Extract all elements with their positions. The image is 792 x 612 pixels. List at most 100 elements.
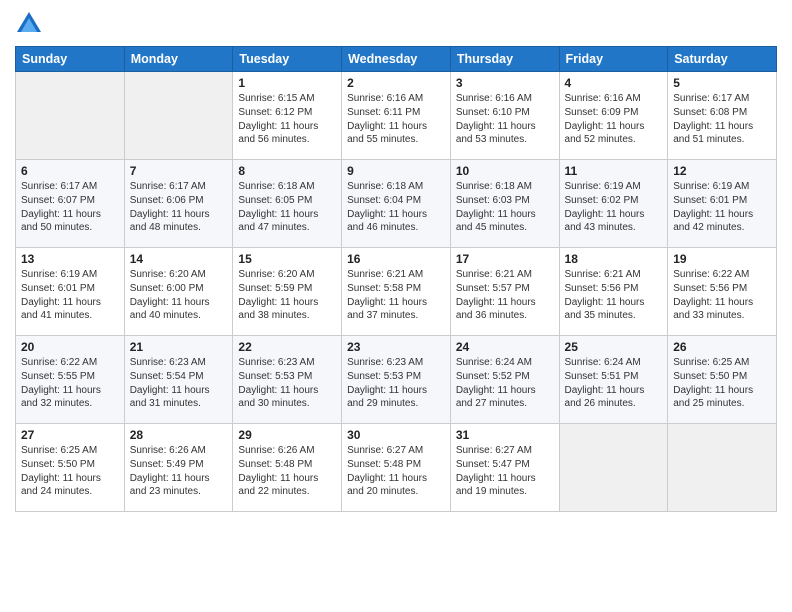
calendar-cell: 14Sunrise: 6:20 AM Sunset: 6:00 PM Dayli…	[124, 248, 233, 336]
calendar-cell: 31 Sunrise: 6:27 AM Sunset: 5:47 PM Dayli…	[450, 424, 559, 512]
calendar-cell: 6Sunrise: 6:17 AM Sunset: 6:07 PM Daylig…	[16, 160, 125, 248]
day-number: 25	[565, 340, 663, 354]
calendar-cell: 5 Sunrise: 6:17 AM Sunset: 6:08 PM Daylig…	[668, 72, 777, 160]
day-number: 5	[673, 76, 771, 90]
calendar-cell: 12 Sunrise: 6:19 AM Sunset: 6:01 PM Dayli…	[668, 160, 777, 248]
calendar-table: SundayMondayTuesdayWednesdayThursdayFrid…	[15, 46, 777, 512]
logo-icon	[15, 10, 43, 38]
calendar-cell: 16 Sunrise: 6:21 AM Sunset: 5:58 PM Dayli…	[342, 248, 451, 336]
day-number: 24	[456, 340, 554, 354]
calendar-cell: 2 Sunrise: 6:16 AM Sunset: 6:11 PM Daylig…	[342, 72, 451, 160]
calendar-cell: 1 Sunrise: 6:15 AM Sunset: 6:12 PM Daylig…	[233, 72, 342, 160]
day-info: Sunrise: 6:23 AM Sunset: 5:54 PM Dayligh…	[130, 356, 228, 411]
day-info: Sunrise: 6:15 AM Sunset: 6:12 PM Dayligh…	[238, 92, 336, 147]
calendar-cell: 4Sunrise: 6:16 AM Sunset: 6:09 PM Daylig…	[559, 72, 668, 160]
day-info: Sunrise: 6:25 AM Sunset: 5:50 PM Dayligh…	[673, 356, 771, 411]
day-number: 15	[238, 252, 336, 266]
calendar-cell: 27 Sunrise: 6:25 AM Sunset: 5:50 PM Dayli…	[16, 424, 125, 512]
day-number: 27	[21, 428, 119, 442]
day-number: 16	[347, 252, 445, 266]
day-info: Sunrise: 6:17 AM Sunset: 6:06 PM Dayligh…	[130, 180, 228, 235]
day-number: 22	[238, 340, 336, 354]
day-info: Sunrise: 6:23 AM Sunset: 5:53 PM Dayligh…	[347, 356, 445, 411]
day-number: 18	[565, 252, 663, 266]
day-info: Sunrise: 6:24 AM Sunset: 5:51 PM Dayligh…	[565, 356, 663, 411]
calendar-cell: 15 Sunrise: 6:20 AM Sunset: 5:59 PM Dayli…	[233, 248, 342, 336]
day-info: Sunrise: 6:21 AM Sunset: 5:58 PM Dayligh…	[347, 268, 445, 323]
calendar-cell: 17Sunrise: 6:21 AM Sunset: 5:57 PM Dayli…	[450, 248, 559, 336]
week-row-2: 6Sunrise: 6:17 AM Sunset: 6:07 PM Daylig…	[16, 160, 777, 248]
day-info: Sunrise: 6:18 AM Sunset: 6:04 PM Dayligh…	[347, 180, 445, 235]
day-info: Sunrise: 6:22 AM Sunset: 5:55 PM Dayligh…	[21, 356, 119, 411]
calendar-cell: 30 Sunrise: 6:27 AM Sunset: 5:48 PM Dayli…	[342, 424, 451, 512]
day-info: Sunrise: 6:22 AM Sunset: 5:56 PM Dayligh…	[673, 268, 771, 323]
day-number: 10	[456, 164, 554, 178]
logo	[15, 10, 47, 38]
day-number: 4	[565, 76, 663, 90]
day-number: 19	[673, 252, 771, 266]
day-info: Sunrise: 6:19 AM Sunset: 6:02 PM Dayligh…	[565, 180, 663, 235]
day-number: 2	[347, 76, 445, 90]
day-info: Sunrise: 6:20 AM Sunset: 6:00 PM Dayligh…	[130, 268, 228, 323]
weekday-header-sunday: Sunday	[16, 47, 125, 72]
calendar-cell: 18Sunrise: 6:21 AM Sunset: 5:56 PM Dayli…	[559, 248, 668, 336]
calendar-cell: 11 Sunrise: 6:19 AM Sunset: 6:02 PM Dayli…	[559, 160, 668, 248]
day-info: Sunrise: 6:23 AM Sunset: 5:53 PM Dayligh…	[238, 356, 336, 411]
day-info: Sunrise: 6:24 AM Sunset: 5:52 PM Dayligh…	[456, 356, 554, 411]
day-number: 9	[347, 164, 445, 178]
day-number: 29	[238, 428, 336, 442]
day-info: Sunrise: 6:20 AM Sunset: 5:59 PM Dayligh…	[238, 268, 336, 323]
day-number: 1	[238, 76, 336, 90]
calendar-cell: 23 Sunrise: 6:23 AM Sunset: 5:53 PM Dayli…	[342, 336, 451, 424]
weekday-header-thursday: Thursday	[450, 47, 559, 72]
day-info: Sunrise: 6:16 AM Sunset: 6:11 PM Dayligh…	[347, 92, 445, 147]
day-number: 20	[21, 340, 119, 354]
day-number: 3	[456, 76, 554, 90]
calendar-cell: 20 Sunrise: 6:22 AM Sunset: 5:55 PM Dayli…	[16, 336, 125, 424]
day-number: 21	[130, 340, 228, 354]
day-number: 30	[347, 428, 445, 442]
day-number: 13	[21, 252, 119, 266]
week-row-1: 1 Sunrise: 6:15 AM Sunset: 6:12 PM Daylig…	[16, 72, 777, 160]
week-row-5: 27 Sunrise: 6:25 AM Sunset: 5:50 PM Dayli…	[16, 424, 777, 512]
calendar-cell	[16, 72, 125, 160]
calendar-cell: 9 Sunrise: 6:18 AM Sunset: 6:04 PM Daylig…	[342, 160, 451, 248]
day-number: 31	[456, 428, 554, 442]
calendar-cell: 24 Sunrise: 6:24 AM Sunset: 5:52 PM Dayli…	[450, 336, 559, 424]
day-info: Sunrise: 6:26 AM Sunset: 5:49 PM Dayligh…	[130, 444, 228, 499]
page: SundayMondayTuesdayWednesdayThursdayFrid…	[0, 0, 792, 612]
calendar-cell	[559, 424, 668, 512]
calendar-cell: 22 Sunrise: 6:23 AM Sunset: 5:53 PM Dayli…	[233, 336, 342, 424]
calendar-cell: 3 Sunrise: 6:16 AM Sunset: 6:10 PM Daylig…	[450, 72, 559, 160]
calendar-cell: 26 Sunrise: 6:25 AM Sunset: 5:50 PM Dayli…	[668, 336, 777, 424]
calendar-cell: 10Sunrise: 6:18 AM Sunset: 6:03 PM Dayli…	[450, 160, 559, 248]
day-info: Sunrise: 6:25 AM Sunset: 5:50 PM Dayligh…	[21, 444, 119, 499]
day-info: Sunrise: 6:16 AM Sunset: 6:10 PM Dayligh…	[456, 92, 554, 147]
week-row-4: 20 Sunrise: 6:22 AM Sunset: 5:55 PM Dayli…	[16, 336, 777, 424]
day-info: Sunrise: 6:27 AM Sunset: 5:48 PM Dayligh…	[347, 444, 445, 499]
weekday-header-saturday: Saturday	[668, 47, 777, 72]
day-number: 26	[673, 340, 771, 354]
day-info: Sunrise: 6:17 AM Sunset: 6:08 PM Dayligh…	[673, 92, 771, 147]
day-number: 11	[565, 164, 663, 178]
day-number: 8	[238, 164, 336, 178]
day-number: 12	[673, 164, 771, 178]
calendar-cell: 29 Sunrise: 6:26 AM Sunset: 5:48 PM Dayli…	[233, 424, 342, 512]
weekday-header-wednesday: Wednesday	[342, 47, 451, 72]
calendar-cell: 8Sunrise: 6:18 AM Sunset: 6:05 PM Daylig…	[233, 160, 342, 248]
weekday-header-monday: Monday	[124, 47, 233, 72]
day-number: 17	[456, 252, 554, 266]
day-info: Sunrise: 6:19 AM Sunset: 6:01 PM Dayligh…	[21, 268, 119, 323]
calendar-cell	[668, 424, 777, 512]
day-info: Sunrise: 6:17 AM Sunset: 6:07 PM Dayligh…	[21, 180, 119, 235]
day-info: Sunrise: 6:19 AM Sunset: 6:01 PM Dayligh…	[673, 180, 771, 235]
day-info: Sunrise: 6:26 AM Sunset: 5:48 PM Dayligh…	[238, 444, 336, 499]
weekday-header-tuesday: Tuesday	[233, 47, 342, 72]
calendar-cell: 21 Sunrise: 6:23 AM Sunset: 5:54 PM Dayli…	[124, 336, 233, 424]
calendar-cell: 28Sunrise: 6:26 AM Sunset: 5:49 PM Dayli…	[124, 424, 233, 512]
calendar-cell	[124, 72, 233, 160]
day-info: Sunrise: 6:27 AM Sunset: 5:47 PM Dayligh…	[456, 444, 554, 499]
calendar-cell: 25 Sunrise: 6:24 AM Sunset: 5:51 PM Dayli…	[559, 336, 668, 424]
day-number: 23	[347, 340, 445, 354]
calendar-cell: 7Sunrise: 6:17 AM Sunset: 6:06 PM Daylig…	[124, 160, 233, 248]
